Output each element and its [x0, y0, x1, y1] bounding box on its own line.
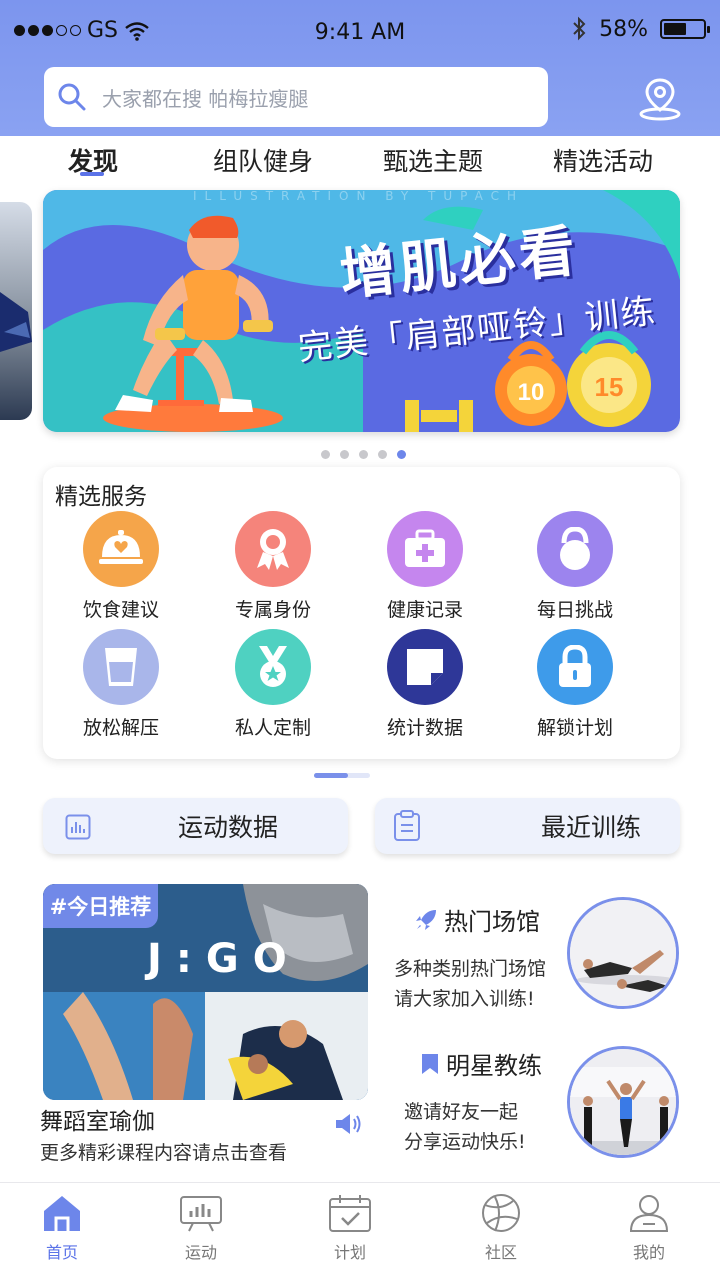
lock-icon — [537, 629, 613, 705]
search-icon — [58, 83, 86, 111]
service-label: 解锁计划 — [536, 717, 613, 739]
recommend-title: 舞蹈室瑜伽 — [40, 1109, 155, 1135]
services-card: 精选服务 饮食建议 专属身份 健康记录 每日挑战 放松解压 私人定制 统计数据 … — [43, 467, 680, 759]
bluetooth-icon — [573, 16, 586, 41]
location-icon[interactable] — [636, 76, 684, 122]
recent-training-label: 最近训练 — [541, 813, 642, 842]
recent-training-button[interactable]: 最近训练 — [375, 798, 680, 854]
service-daily-challenge[interactable]: 每日挑战 — [505, 511, 645, 622]
service-label: 饮食建议 — [82, 599, 159, 621]
banner-previous-slide[interactable] — [0, 202, 32, 420]
feature-title: 明星教练 — [446, 1052, 542, 1080]
nav-label: 计划 — [333, 1243, 366, 1262]
status-right: 58% — [571, 16, 710, 42]
pager-dot[interactable] — [378, 450, 387, 459]
feature-title: 热门场馆 — [444, 908, 540, 936]
calendar-icon — [329, 1195, 371, 1232]
service-exclusive-identity[interactable]: 专属身份 — [203, 511, 343, 622]
star-coach-image[interactable] — [567, 1046, 679, 1158]
service-personal-custom[interactable]: 私人定制 — [203, 629, 343, 740]
recommend-card[interactable]: J:GO #今日推荐 — [43, 884, 368, 1100]
star-coach-title[interactable]: 明星教练 — [420, 1046, 542, 1081]
user-icon — [629, 1195, 669, 1232]
ribbon-badge-icon — [235, 511, 311, 587]
pager-dot[interactable] — [359, 450, 368, 459]
service-label: 私人定制 — [234, 717, 311, 739]
home-icon — [44, 1196, 80, 1231]
speaker-icon[interactable] — [334, 1110, 362, 1138]
feature-desc-line: 邀请好友一起 — [404, 1101, 519, 1123]
services-title: 精选服务 — [55, 484, 147, 510]
nav-plan[interactable]: 计划 — [305, 1193, 395, 1263]
promo-banner[interactable]: 10 15 ILLUSTRATION BY TUPACH 增肌必看 完美「肩部哑… — [43, 190, 680, 432]
feature-desc-line: 分享运动快乐! — [404, 1131, 526, 1153]
search-input[interactable]: 大家都在搜 帕梅拉瘦腿 — [44, 67, 548, 127]
pager-dot[interactable] — [340, 450, 349, 459]
nav-community[interactable]: 社区 — [456, 1193, 546, 1263]
medical-kit-icon — [387, 511, 463, 587]
clipboard-icon — [394, 810, 420, 841]
banner-watermark: ILLUSTRATION BY TUPACH — [193, 190, 524, 203]
stats-icon — [180, 1196, 222, 1232]
kettlebell-weight-15: 15 — [595, 372, 624, 402]
feature-desc-line: 请大家加入训练! — [394, 988, 535, 1010]
nav-label: 社区 — [484, 1243, 517, 1262]
service-health-record[interactable]: 健康记录 — [355, 511, 495, 622]
search-placeholder: 大家都在搜 帕梅拉瘦腿 — [102, 86, 309, 111]
service-label: 每日挑战 — [536, 599, 613, 621]
kettlebell-weight-10: 10 — [518, 379, 545, 406]
service-relax[interactable]: 放松解压 — [51, 629, 191, 740]
brand-logo: J:GO — [147, 936, 301, 982]
service-label: 健康记录 — [386, 599, 463, 621]
bar-chart-icon — [65, 814, 91, 840]
pager-dot[interactable] — [321, 450, 330, 459]
status-bar: GS 9:41 AM 58% — [0, 0, 720, 60]
nav-home[interactable]: 首页 — [17, 1193, 107, 1263]
service-label: 放松解压 — [82, 717, 159, 739]
hot-venues-title[interactable]: 热门场馆 — [414, 902, 540, 937]
food-cloche-icon — [83, 511, 159, 587]
header: GS 9:41 AM 58% 大家都在搜 帕梅拉瘦腿 — [0, 0, 720, 136]
tab-indicator — [80, 172, 104, 176]
nav-mine[interactable]: 我的 — [604, 1193, 694, 1263]
banner-pager — [321, 450, 406, 459]
service-diet-advice[interactable]: 饮食建议 — [51, 511, 191, 622]
recommend-subtitle: 更多精彩课程内容请点击查看 — [40, 1142, 288, 1164]
today-recommend-tag: #今日推荐 — [43, 884, 158, 928]
sport-data-label: 运动数据 — [178, 813, 279, 842]
service-statistics[interactable]: 统计数据 — [355, 629, 495, 740]
service-unlock-plan[interactable]: 解锁计划 — [505, 629, 645, 740]
feature-desc-line: 多种类别热门场馆 — [394, 958, 547, 980]
nav-label: 首页 — [45, 1243, 78, 1262]
services-scroll-indicator — [314, 773, 370, 778]
nav-label: 运动 — [184, 1243, 217, 1262]
note-icon — [387, 629, 463, 705]
battery-icon — [660, 19, 710, 39]
nav-sport[interactable]: 运动 — [156, 1193, 246, 1263]
hot-venues-image[interactable] — [567, 897, 679, 1009]
bookmark-icon — [422, 1053, 438, 1074]
bottom-nav: 首页 运动 计划 社区 我的 — [0, 1182, 720, 1280]
sport-data-button[interactable]: 运动数据 — [43, 798, 348, 854]
service-label: 统计数据 — [386, 717, 463, 739]
tab-selected-events[interactable]: 精选活动 — [553, 142, 653, 178]
kettlebell-icon — [537, 511, 613, 587]
rocket-icon — [416, 909, 436, 930]
community-icon — [482, 1194, 520, 1232]
star-coach-desc: 邀请好友一起 分享运动快乐! — [404, 1097, 526, 1157]
nav-label: 我的 — [632, 1243, 665, 1262]
hot-venues-desc: 多种类别热门场馆 请大家加入训练! — [394, 954, 546, 1014]
service-label: 专属身份 — [234, 599, 311, 621]
tab-bar: 发现 组队健身 甄选主题 精选活动 — [0, 136, 720, 186]
pager-dot-active[interactable] — [397, 450, 406, 459]
tab-selected-topics[interactable]: 甄选主题 — [383, 142, 483, 178]
tab-team-fitness[interactable]: 组队健身 — [213, 142, 313, 178]
battery-percent: 58% — [599, 16, 648, 42]
medal-icon — [235, 629, 311, 705]
cup-icon — [83, 629, 159, 705]
